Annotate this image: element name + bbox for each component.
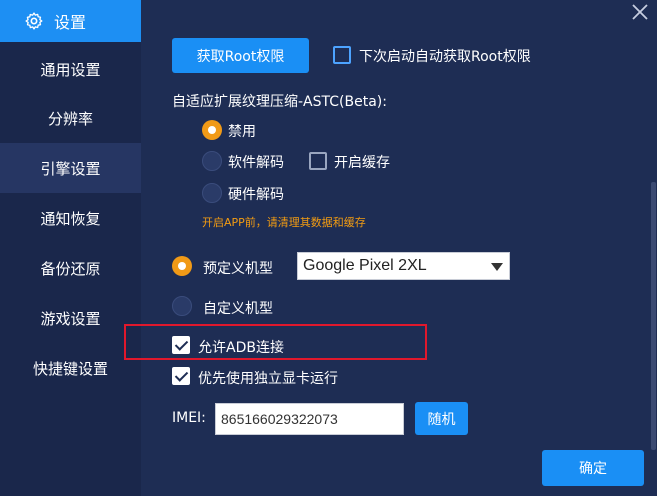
sidebar-item-notification[interactable]: 通知恢复 [0,193,141,243]
phone-model-value: Google Pixel 2XL [303,257,427,274]
sidebar-item-engine[interactable]: 引擎设置 [0,143,141,193]
astc-cache-label: 开启缓存 [334,155,390,171]
preset-model-radio[interactable] [172,256,192,276]
confirm-button[interactable]: 确定 [542,450,644,486]
phone-model-select[interactable]: Google Pixel 2XL [297,252,510,280]
sidebar-item-shortcuts[interactable]: 快捷键设置 [0,343,141,393]
imei-label: IMEI: [172,410,206,426]
imei-input[interactable]: 865166029322073 [215,403,404,435]
astc-software-radio[interactable] [202,151,222,171]
astc-hint: 开启APP前，请清理其数据和缓存 [202,216,366,229]
astc-hardware-label: 硬件解码 [228,187,284,203]
auto-root-label: 下次启动自动获取Root权限 [359,49,531,65]
astc-software-label: 软件解码 [228,155,284,171]
adb-label: 允许ADB连接 [198,340,284,356]
scrollbar[interactable] [651,182,656,450]
get-root-button[interactable]: 获取Root权限 [172,38,309,73]
sidebar-title: 设置 [54,13,87,32]
gpu-checkbox[interactable] [172,367,190,385]
sidebar-header: 设置 [0,0,141,42]
random-imei-button[interactable]: 随机 [415,402,468,435]
sidebar-item-game[interactable]: 游戏设置 [0,293,141,343]
astc-title: 自适应扩展纹理压缩-ASTC(Beta): [172,94,387,110]
dropdown-arrow-icon [491,263,503,271]
astc-hardware-radio[interactable] [202,183,222,203]
gpu-label: 优先使用独立显卡运行 [198,371,338,387]
custom-model-label: 自定义机型 [203,301,273,317]
custom-model-radio[interactable] [172,296,192,316]
sidebar-item-backup[interactable]: 备份还原 [0,243,141,293]
sidebar: 设置 通用设置 分辨率 引擎设置 通知恢复 备份还原 游戏设置 快捷键设置 [0,0,141,496]
gear-icon [25,12,43,30]
adb-checkbox[interactable] [172,336,190,354]
astc-disable-radio[interactable] [202,120,222,140]
sidebar-item-general[interactable]: 通用设置 [0,44,141,94]
auto-root-checkbox[interactable] [333,46,351,64]
sidebar-item-resolution[interactable]: 分辨率 [0,93,141,143]
astc-cache-checkbox[interactable] [309,152,327,170]
astc-disable-label: 禁用 [228,124,256,140]
preset-model-label: 预定义机型 [203,261,273,277]
close-icon[interactable] [630,2,650,22]
